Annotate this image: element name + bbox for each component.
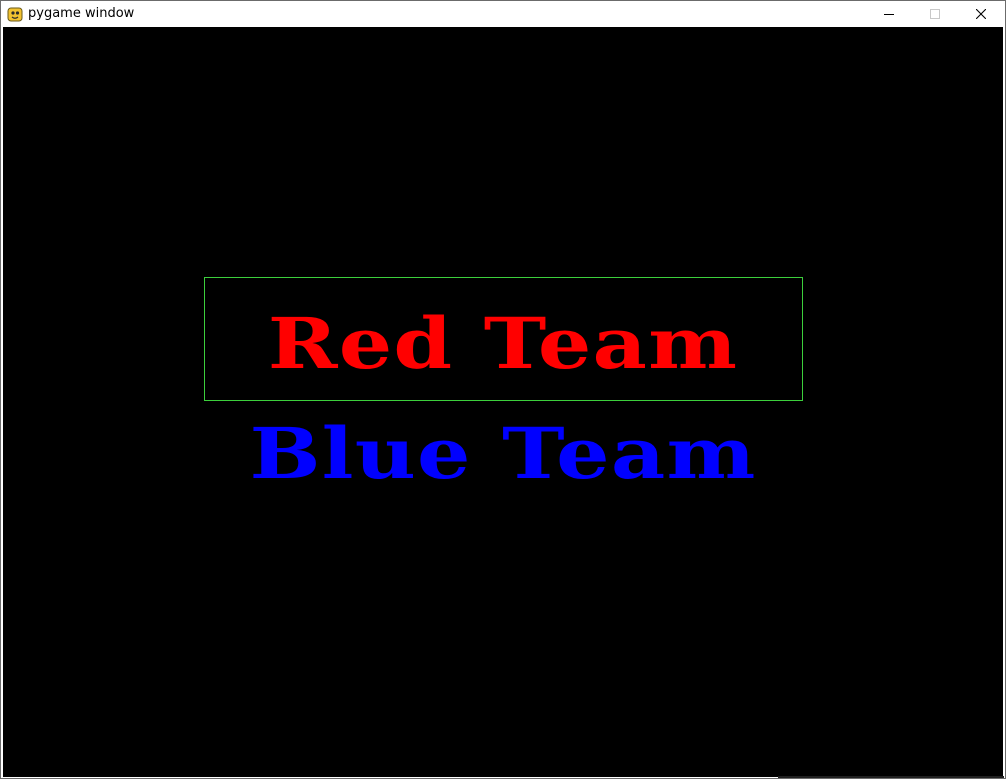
red-team-option[interactable]: Red Team: [3, 309, 1003, 379]
title-bar[interactable]: pygame window: [1, 1, 1005, 27]
maximize-icon: [930, 9, 940, 19]
minimize-icon: [884, 14, 894, 15]
close-icon: [976, 9, 986, 19]
maximize-button[interactable]: [912, 1, 958, 27]
close-button[interactable]: [958, 1, 1004, 27]
window-title: pygame window: [28, 6, 135, 21]
game-canvas[interactable]: Red Team Blue Team: [3, 27, 1003, 777]
minimize-button[interactable]: [866, 1, 912, 27]
pygame-window: pygame window Red Team Blue Team: [0, 0, 1006, 779]
taskbar-edge: [778, 776, 1004, 778]
blue-team-option[interactable]: Blue Team: [3, 419, 1003, 489]
pygame-snake-icon: [7, 6, 23, 22]
